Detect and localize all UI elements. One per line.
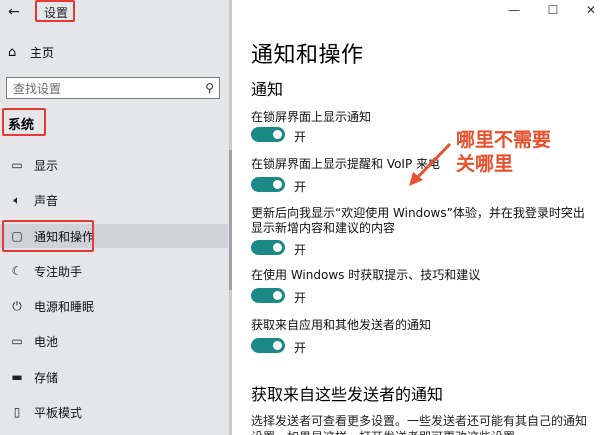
toggle-state: 开	[294, 180, 307, 194]
toggle-state: 开	[294, 291, 307, 305]
scrollbar-thumb[interactable]	[229, 150, 232, 290]
search-icon[interactable]: ⚲	[205, 81, 214, 95]
toggle-lockscreen-notifications[interactable]	[251, 127, 285, 142]
sidebar-item-label: 电源和睡眠	[34, 299, 95, 314]
sidebar-scrollbar[interactable]	[229, 0, 232, 435]
close-button[interactable]: ✕	[586, 3, 596, 17]
moon-icon: ☾	[11, 264, 23, 278]
senders-description: 选择发送者可查看更多设置。一些发送者还可能有其自己的通知设置。如果是这样，打开发…	[251, 414, 588, 435]
setting-label-welcome-experience: 更新后向我显示“欢迎使用 Windows”体验，并在我登录时突出显示新增内容和建…	[251, 206, 585, 235]
sidebar-item-storage[interactable]: ▬ 存储	[0, 365, 228, 389]
sidebar: ← 设置 ⌂ 主页 查找设置 ⚲ 系统 ▭ 显示 🔈︎ 声音 ▢ 通知和操作 ☾…	[0, 0, 232, 435]
toggle-state: 开	[294, 243, 307, 257]
sidebar-item-battery[interactable]: ▭ 电池	[0, 329, 228, 353]
storage-icon: ▬	[11, 370, 23, 384]
sidebar-item-power[interactable]: ⏻ 电源和睡眠	[0, 294, 228, 318]
home-label: 主页	[30, 45, 55, 60]
annotation-text: 哪里不需要 关哪里	[456, 128, 551, 176]
back-arrow-icon[interactable]: ←	[8, 4, 20, 20]
setting-label-tips: 在使用 Windows 时获取提示、技巧和建议	[251, 268, 481, 282]
toggle-state: 开	[294, 341, 307, 355]
battery-icon: ▭	[11, 334, 23, 348]
toggle-reminders-voip[interactable]	[251, 177, 285, 192]
highlight-box-title	[35, 0, 75, 22]
search-placeholder: 查找设置	[13, 81, 62, 96]
toggle-state: 开	[294, 130, 307, 144]
minimize-button[interactable]: —	[508, 3, 520, 17]
sidebar-item-display[interactable]: ▭ 显示	[0, 153, 228, 177]
sidebar-item-label: 平板模式	[34, 405, 83, 420]
sidebar-item-home[interactable]: ⌂ 主页	[8, 44, 54, 60]
toggle-app-notifications[interactable]	[251, 338, 285, 353]
sidebar-item-tablet[interactable]: ▯ 平板模式	[0, 400, 228, 424]
highlight-box-notifications	[2, 220, 94, 252]
setting-label-app-notifications: 获取来自应用和其他发送者的通知	[251, 318, 432, 332]
search-input[interactable]: 查找设置 ⚲	[6, 77, 220, 99]
sidebar-item-label: 电池	[34, 334, 59, 349]
section-title-senders: 获取来自这些发送者的通知	[251, 385, 444, 404]
annotation-arrow-icon	[409, 142, 452, 186]
display-icon: ▭	[11, 158, 23, 172]
toggle-tips[interactable]	[251, 288, 285, 303]
window-controls: — ☐ ✕	[508, 3, 596, 17]
setting-label-lockscreen-notifications: 在锁屏界面上显示通知	[251, 110, 372, 124]
sidebar-item-label: 声音	[34, 193, 59, 208]
annotation-line: 关哪里	[456, 153, 514, 175]
maximize-button[interactable]: ☐	[548, 3, 559, 17]
sidebar-item-sound[interactable]: 🔈︎ 声音	[0, 188, 228, 212]
highlight-box-system	[2, 108, 46, 136]
speaker-icon: 🔈︎	[13, 192, 21, 207]
tablet-icon: ▯	[13, 405, 21, 419]
annotation-line: 哪里不需要	[456, 129, 552, 151]
page-title: 通知和操作	[251, 43, 364, 68]
power-icon: ⏻	[12, 298, 22, 313]
section-title-notifications: 通知	[251, 80, 284, 99]
sidebar-item-focus[interactable]: ☾ 专注助手	[0, 259, 228, 283]
sidebar-item-label: 专注助手	[34, 264, 83, 279]
sidebar-item-label: 显示	[34, 158, 59, 173]
home-icon: ⌂	[8, 44, 17, 60]
sidebar-item-label: 存储	[34, 370, 59, 385]
toggle-welcome-experience[interactable]	[251, 240, 285, 255]
